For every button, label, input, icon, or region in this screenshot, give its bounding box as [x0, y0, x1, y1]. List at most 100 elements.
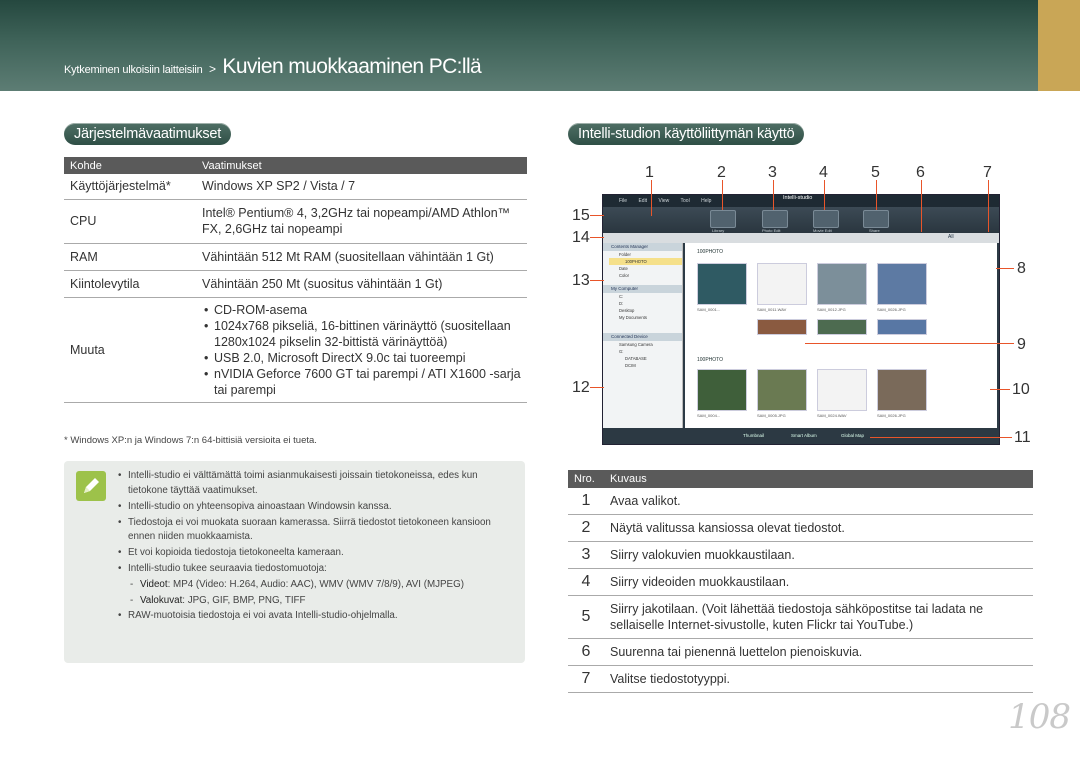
tree-item: D: — [619, 301, 624, 306]
tab-smart-album: Smart Album — [791, 433, 817, 438]
tree-item: Samsung Camera — [619, 342, 653, 347]
file-name: SAM_0005.JPG — [757, 413, 786, 418]
row-description: Valitse tiedostotyyppi. — [604, 665, 1033, 693]
row-requirement: CD-ROM-asema 1024x768 pikseliä, 16-bitti… — [196, 297, 527, 403]
tab-global-map: Global Map — [841, 433, 865, 438]
menu-item: File — [619, 198, 628, 204]
tree-item: DATABASE — [625, 356, 647, 361]
row-description: Suurenna tai pienennä luettelon pienoisk… — [604, 638, 1033, 666]
page-title: Kuvien muokkaaminen PC:llä — [222, 55, 482, 78]
thumbnail-row: SAM_0004... SAM_0005.JPG SAM_0024.WAV SA… — [695, 369, 995, 418]
row-description: Siirry videoiden muokkaustilaan. — [604, 568, 1033, 596]
callout-line — [876, 180, 877, 210]
table-row: 5 Siirry jakotilaan. (Voit lähettää tied… — [568, 595, 1033, 639]
row-requirement: Vähintään 512 Mt RAM (suositellaan vähin… — [196, 243, 527, 271]
page-number: 108 — [1008, 697, 1071, 737]
callout-line — [990, 389, 1010, 390]
connected-device-header: Connected Device — [603, 333, 682, 341]
callout-line — [824, 180, 825, 210]
view-label: All — [948, 234, 954, 240]
table-row: 2 Näytä valitussa kansiossa olevat tiedo… — [568, 514, 1033, 542]
callout-line — [773, 180, 774, 210]
tab-thumbnail: Thumbnail — [743, 433, 765, 438]
tree-item: C: — [619, 294, 624, 299]
description-table: Nro. Kuvaus 1 Avaa valikot. 2 Näytä vali… — [568, 470, 1033, 693]
device-folder-title: 100PHOTO — [697, 357, 724, 363]
column-header: Kuvaus — [604, 470, 1033, 488]
tree-item: Desktop — [619, 308, 635, 313]
file-name: SAM_0011.WAV — [757, 307, 787, 312]
menu-item: Help — [701, 198, 712, 204]
my-computer-header: My Computer — [603, 285, 682, 293]
pencil-note-icon — [76, 471, 106, 501]
callout-line — [805, 343, 1014, 344]
callout-line — [590, 237, 604, 238]
file-name: SAM_0004... — [697, 413, 721, 418]
row-item: CPU — [64, 199, 196, 244]
format-text: : MP4 (Video: H.264, Audio: AAC), WMV (W… — [167, 579, 464, 590]
thumbnail — [877, 319, 927, 335]
table-row: 3 Siirry valokuvien muokkaustilaan. — [568, 541, 1033, 569]
table-row: 1 Avaa valikot. — [568, 488, 1033, 515]
app-toolbar: Library Photo Edit Movie Edit Share — [603, 207, 999, 233]
table-row: RAM Vähintään 512 Mt RAM (suositellaan v… — [64, 243, 527, 271]
row-number: 2 — [568, 514, 604, 542]
note-item: Tiedostoja ei voi muokata suoraan kamera… — [118, 516, 518, 545]
section-title-requirements: Järjestelmävaatimukset — [64, 123, 232, 145]
callout-number: 11 — [1014, 429, 1031, 446]
movie-edit-icon — [813, 210, 839, 228]
table-row: Muuta CD-ROM-asema 1024x768 pikseliä, 16… — [64, 297, 527, 403]
file-name: SAM_0012.JPG — [817, 307, 846, 312]
table-row: 7 Valitse tiedostotyyppi. — [568, 665, 1033, 693]
tree-item: Date — [619, 266, 628, 271]
row-number: 1 — [568, 488, 604, 515]
row-number: 5 — [568, 595, 604, 639]
row-description: Avaa valikot. — [604, 488, 1033, 515]
row-description: Näytä valitussa kansiossa olevat tiedost… — [604, 514, 1033, 542]
row-number: 7 — [568, 665, 604, 693]
row-number: 3 — [568, 541, 604, 569]
callout-line — [722, 180, 723, 210]
thumbnail — [817, 263, 867, 305]
tree-item: My Documents — [619, 315, 647, 320]
breadcrumb: Kytkeminen ulkoisiin laitteisiin > Kuvie… — [64, 55, 482, 79]
note-item: Intelli-studio ei välttämättä toimi asia… — [118, 469, 518, 498]
table-row: 6 Suurenna tai pienennä luettelon pienoi… — [568, 638, 1033, 666]
callout-number: 10 — [1012, 381, 1030, 398]
row-requirement: Windows XP SP2 / Vista / 7 — [196, 174, 527, 200]
callout-number: 9 — [1017, 336, 1026, 353]
tree-item: Folder — [619, 252, 631, 257]
row-item: Kiintolevytila — [64, 270, 196, 298]
requirements-table: Kohde Vaatimukset Käyttöjärjestelmä* Win… — [64, 157, 527, 403]
row-item: Käyttöjärjestelmä* — [64, 174, 196, 200]
row-description: Siirry valokuvien muokkaustilaan. — [604, 541, 1033, 569]
file-name: SAM_0026.JPG — [877, 307, 906, 312]
callout-line — [921, 180, 922, 232]
callout-number: 15 — [572, 207, 590, 224]
thumbnail-row: SAM_0001... SAM_0011.WAV SAM_0012.JPG SA… — [695, 263, 995, 312]
table-row: Kiintolevytila Vähintään 250 Mt (suositu… — [64, 270, 527, 298]
note-list: Intelli-studio ei välttämättä toimi asia… — [118, 469, 518, 625]
format-text: : JPG, GIF, BMP, PNG, TIFF — [182, 594, 306, 606]
navigation-bar: All — [603, 233, 999, 243]
share-icon — [863, 210, 889, 228]
folder-title: 100PHOTO — [697, 249, 724, 255]
callout-number: 8 — [1017, 260, 1026, 277]
tree-item: DCIM — [625, 363, 636, 368]
column-header: Vaatimukset — [196, 157, 527, 174]
left-pane: Contents Manager Folder 100PHOTO Date Co… — [603, 243, 683, 428]
callout-line — [590, 387, 604, 388]
format-label: Videot — [140, 579, 168, 590]
list-item: USB 2.0, Microsoft DirectX 9.0c tai tuor… — [202, 350, 521, 366]
breadcrumb-parent: Kytkeminen ulkoisiin laitteisiin — [64, 64, 203, 76]
note-box: Intelli-studio ei välttämättä toimi asia… — [64, 461, 525, 663]
table-row: 4 Siirry videoiden muokkaustilaan. — [568, 568, 1033, 596]
file-name: SAM_0026.JPG — [877, 413, 906, 418]
list-item: 1024x768 pikseliä, 16-bittinen värinäytt… — [202, 318, 521, 350]
thumbnail — [877, 263, 927, 305]
callout-line — [870, 437, 1012, 438]
photo-edit-icon — [762, 210, 788, 228]
callout-line — [590, 280, 604, 281]
callout-line — [988, 180, 989, 232]
tree-item: G: — [619, 349, 624, 354]
